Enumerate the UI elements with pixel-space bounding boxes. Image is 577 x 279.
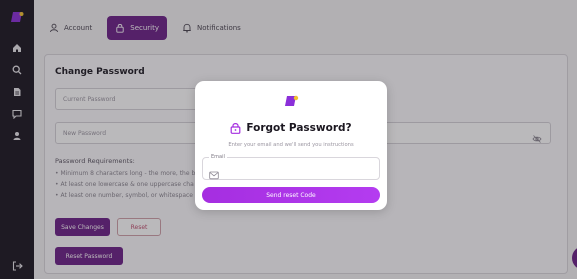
- email-field[interactable]: Email: [202, 154, 380, 180]
- send-reset-code-button[interactable]: Send reset Code: [202, 187, 380, 203]
- app-logo-icon: [283, 93, 299, 109]
- modal-title: Forgot Password?: [246, 122, 352, 134]
- forgot-password-modal: Forgot Password? Enter your email and we…: [195, 81, 387, 210]
- email-label: Email: [209, 154, 227, 160]
- modal-subtitle: Enter your email and we'll send you inst…: [228, 142, 354, 148]
- modal-title-row: Forgot Password?: [195, 122, 387, 134]
- mail-icon: [209, 165, 219, 180]
- lock-icon: [230, 123, 241, 134]
